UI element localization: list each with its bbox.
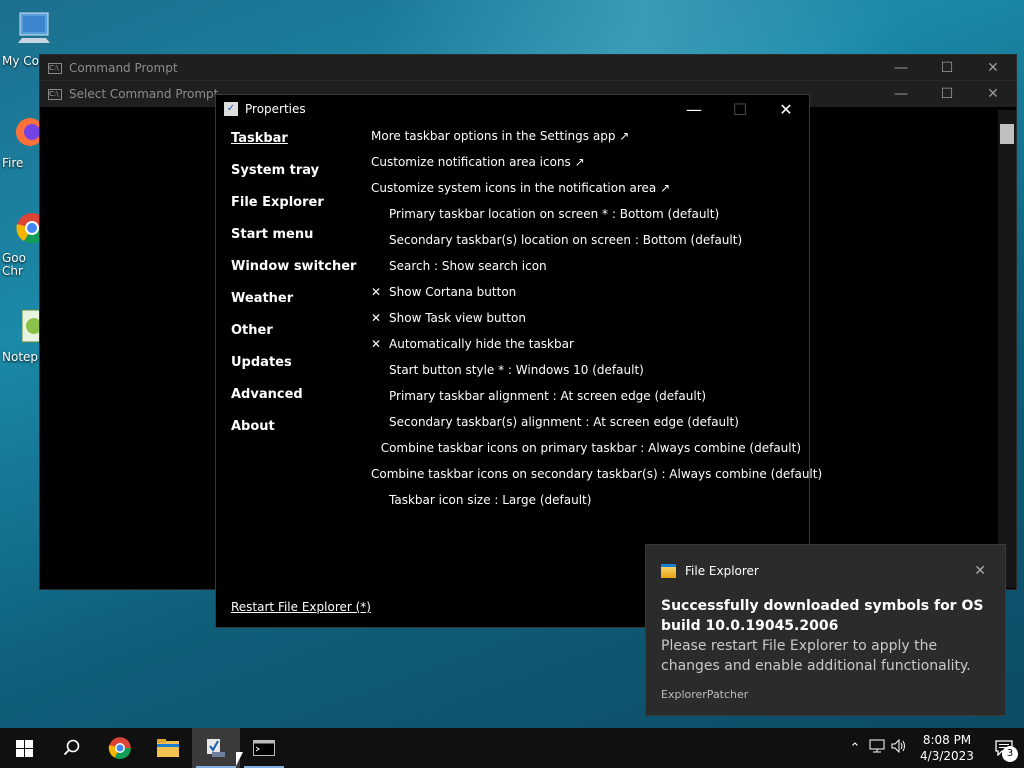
folder-icon: [157, 739, 179, 757]
scrollbar-thumb[interactable]: [1000, 124, 1014, 144]
maximize-button: ☐: [732, 99, 748, 119]
option-label: Show Cortana button: [389, 285, 517, 299]
option-combine-secondary[interactable]: Combine taskbar icons on secondary taskb…: [371, 467, 822, 493]
option-label: Customize notification area icons ↗: [371, 155, 585, 169]
option-label: Combine taskbar icons on secondary taskb…: [371, 467, 823, 481]
system-tray: ⌃ 8:08 PM 4/3/2023 3: [844, 728, 1024, 768]
volume-icon[interactable]: [888, 738, 910, 757]
option-label: Secondary taskbar(s) location on screen …: [389, 233, 743, 247]
nav-item-file-explorer[interactable]: File Explorer: [231, 195, 356, 227]
nav-item-system-tray[interactable]: System tray: [231, 163, 356, 195]
nav-item-taskbar[interactable]: Taskbar: [231, 131, 356, 163]
option-system-icons-link[interactable]: Customize system icons in the notificati…: [371, 181, 801, 207]
nav-item-advanced[interactable]: Advanced: [231, 387, 356, 419]
option-label: Taskbar icon size : Large (default): [389, 493, 592, 507]
option-search[interactable]: Search : Show search icon: [371, 259, 801, 285]
option-icon-size[interactable]: Taskbar icon size : Large (default): [371, 493, 801, 519]
cmd-icon: [253, 740, 275, 756]
chrome-icon: [108, 737, 131, 760]
cmd-icon: C:\: [48, 88, 62, 100]
command-prompt-titlebar[interactable]: C:\ Command Prompt — ☐ ✕: [40, 55, 1016, 81]
start-button[interactable]: [0, 728, 48, 768]
taskbar-chrome-button[interactable]: [96, 728, 144, 768]
clock-date: 4/3/2023: [920, 749, 974, 763]
desktop-icon-label: Goo Chr: [2, 251, 26, 278]
cmd-icon: C:\: [48, 62, 62, 74]
option-label: Primary taskbar alignment : At screen ed…: [389, 389, 707, 403]
option-label: Search : Show search icon: [389, 259, 547, 273]
checkbox-off-icon: ✕: [371, 311, 382, 325]
nav-item-updates[interactable]: Updates: [231, 355, 356, 387]
option-label: Combine taskbar icons on primary taskbar…: [380, 441, 801, 455]
window-title: Select Command Prompt: [69, 87, 219, 101]
option-start-button-style[interactable]: Start button style * : Windows 10 (defau…: [371, 363, 801, 389]
option-label: Automatically hide the taskbar: [389, 337, 574, 351]
mouse-cursor-icon: [236, 752, 243, 766]
action-center-button[interactable]: 3: [984, 740, 1024, 762]
taskbar-cmd-button[interactable]: [240, 728, 288, 768]
toast-source: ExplorerPatcher: [661, 688, 749, 701]
toast-header: File Explorer ✕: [661, 563, 990, 579]
nav-item-window-switcher[interactable]: Window switcher: [231, 259, 356, 291]
settings-nav: Taskbar System tray File Explorer Start …: [231, 131, 356, 451]
toast-app-name: File Explorer: [685, 564, 759, 578]
restart-file-explorer-link[interactable]: Restart File Explorer (*): [231, 600, 371, 614]
option-secondary-alignment[interactable]: Secondary taskbar(s) alignment : At scre…: [371, 415, 801, 441]
toast-title: Successfully downloaded symbols for OS b…: [661, 598, 984, 634]
search-button[interactable]: [48, 728, 96, 768]
file-explorer-icon: [661, 564, 676, 578]
nav-item-weather[interactable]: Weather: [231, 291, 356, 323]
computer-icon: [18, 12, 50, 43]
toast-body: Please restart File Explorer to apply th…: [661, 638, 971, 674]
minimize-button[interactable]: —: [671, 100, 717, 119]
search-icon: [63, 739, 80, 756]
option-label: Secondary taskbar(s) alignment : At scre…: [389, 415, 739, 429]
option-notification-icons-link[interactable]: Customize notification area icons ↗: [371, 155, 801, 181]
option-primary-location[interactable]: Primary taskbar location on screen * : B…: [371, 207, 801, 233]
chevron-up-icon[interactable]: ⌃: [844, 741, 866, 756]
option-cortana-button[interactable]: ✕ Show Cortana button: [371, 285, 801, 311]
checkbox-off-icon: ✕: [371, 285, 382, 299]
window-title: Properties: [245, 102, 306, 116]
properties-titlebar[interactable]: ✓ Properties — ☐ ✕: [216, 95, 809, 123]
maximize-button[interactable]: ☐: [924, 60, 970, 76]
checkbox-off-icon: ✕: [371, 337, 382, 351]
window-title: Command Prompt: [69, 61, 178, 75]
option-settings-app-link[interactable]: More taskbar options in the Settings app…: [371, 129, 801, 155]
minimize-button[interactable]: —: [878, 60, 924, 76]
taskbar-file-explorer-button[interactable]: [144, 728, 192, 768]
windows-logo-icon: [15, 739, 33, 757]
option-label: More taskbar options in the Settings app…: [371, 129, 630, 143]
checkmark-app-icon: ✓: [224, 102, 238, 116]
taskbar-options-list: More taskbar options in the Settings app…: [371, 129, 822, 519]
option-label: Show Task view button: [389, 311, 526, 325]
minimize-button[interactable]: —: [878, 86, 924, 102]
option-auto-hide-taskbar[interactable]: ✕ Automatically hide the taskbar: [371, 337, 801, 363]
close-button[interactable]: ✕: [763, 100, 809, 119]
option-label: Primary taskbar location on screen * : B…: [389, 207, 720, 221]
option-primary-alignment[interactable]: Primary taskbar alignment : At screen ed…: [371, 389, 801, 415]
taskbar-properties-button[interactable]: [192, 728, 240, 768]
option-label: Start button style * : Windows 10 (defau…: [389, 363, 644, 377]
notification-toast[interactable]: File Explorer ✕ Successfully downloaded …: [645, 544, 1006, 716]
vertical-scrollbar[interactable]: [998, 110, 1016, 588]
close-icon[interactable]: ✕: [974, 563, 986, 579]
notification-count-badge: 3: [1002, 746, 1018, 762]
clock[interactable]: 8:08 PM 4/3/2023: [910, 732, 984, 764]
option-secondary-location[interactable]: Secondary taskbar(s) location on screen …: [371, 233, 801, 259]
close-button[interactable]: ✕: [970, 60, 1016, 76]
option-task-view-button[interactable]: ✕ Show Task view button: [371, 311, 801, 337]
clock-time: 8:08 PM: [922, 733, 972, 747]
maximize-button[interactable]: ☐: [924, 86, 970, 102]
checkmark-app-icon: [207, 739, 225, 757]
close-button[interactable]: ✕: [970, 86, 1016, 102]
nav-item-about[interactable]: About: [231, 419, 356, 451]
option-label: Customize system icons in the notificati…: [371, 181, 671, 195]
network-icon[interactable]: [866, 739, 888, 757]
nav-item-other[interactable]: Other: [231, 323, 356, 355]
nav-item-start-menu[interactable]: Start menu: [231, 227, 356, 259]
taskbar: ⌃ 8:08 PM 4/3/2023 3: [0, 728, 1024, 768]
option-combine-primary[interactable]: Combine taskbar icons on primary taskbar…: [371, 441, 801, 467]
